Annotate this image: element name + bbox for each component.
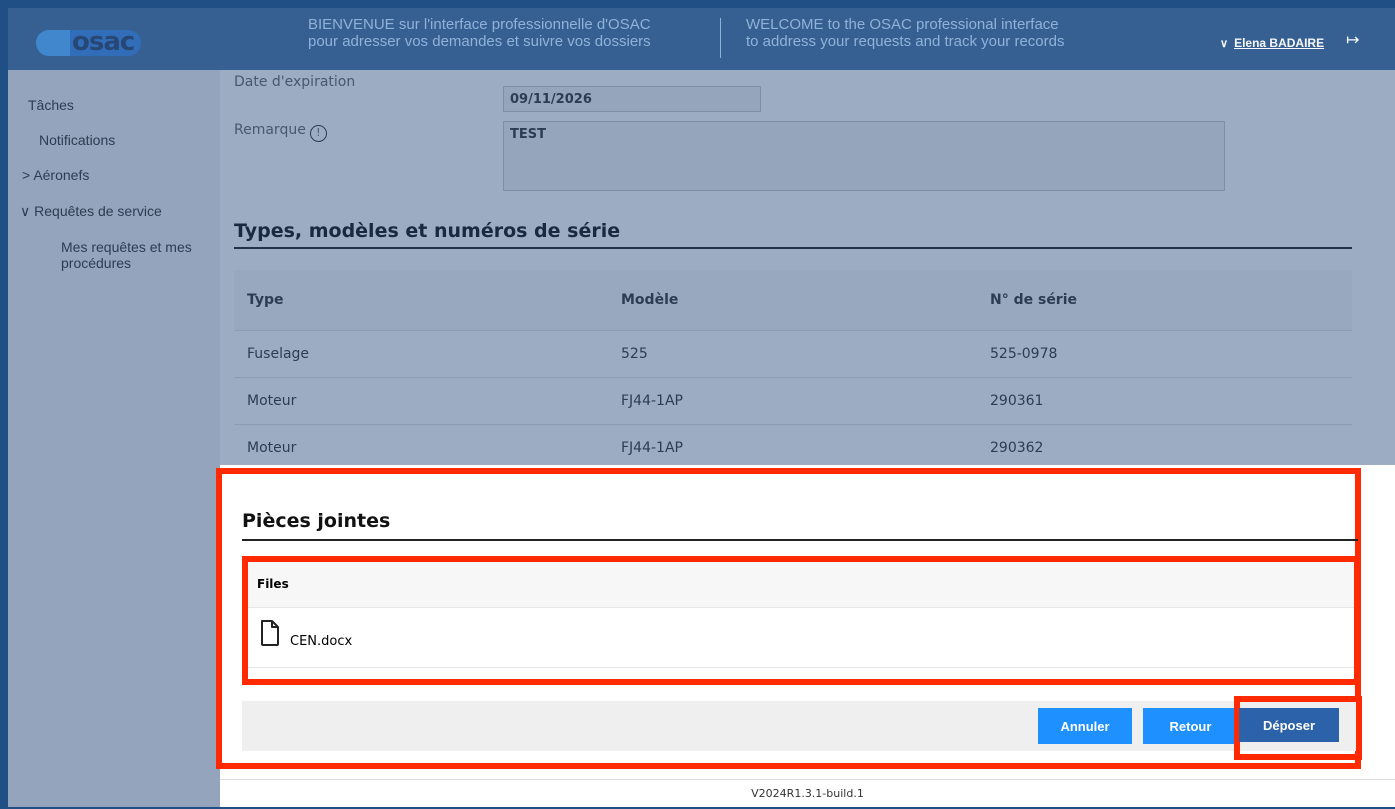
logo-mark [36,30,70,56]
submit-button[interactable]: Déposer [1239,708,1339,742]
welcome-message-fr: BIENVENUE sur l'interface professionnell… [308,16,651,50]
welcome-en-line2: to address your requests and track your … [746,33,1065,50]
top-header: osac BIENVENUE sur l'interface professio… [8,8,1395,70]
logout-icon[interactable]: ↦ [1346,30,1359,49]
attachments-panel: Pièces jointes Files CEN.docx Annuler Re… [216,468,1362,769]
attachments-title: Pièces jointes [242,510,391,532]
files-header: Files [248,562,1354,608]
modal-backdrop [8,465,220,807]
footer-version: V2024R1.3.1-build.1 [220,779,1395,807]
file-icon [261,620,279,646]
osac-logo[interactable]: osac [36,30,141,56]
welcome-message-en: WELCOME to the OSAC professional interfa… [746,16,1065,50]
cancel-button[interactable]: Annuler [1038,708,1132,744]
chevron-down-icon: ∨ [1220,38,1229,50]
modal-backdrop [8,8,1395,465]
header-divider [720,18,721,58]
welcome-fr-line2: pour adresser vos demandes et suivre vos… [308,33,651,50]
user-name: Elena BADAIRE [1234,36,1325,50]
section-divider [242,539,1358,541]
logo-text: osac [72,30,135,56]
app-window: Tâches Notifications > Aéronefs ∨ Requêt… [8,8,1395,807]
file-item[interactable]: CEN.docx [248,608,1354,668]
welcome-en-line1: WELCOME to the OSAC professional interfa… [746,16,1059,33]
files-list: Files CEN.docx [242,556,1360,685]
user-menu[interactable]: ∨ Elena BADAIRE [1220,36,1324,50]
file-name[interactable]: CEN.docx [290,634,352,649]
back-button[interactable]: Retour [1143,708,1238,744]
actions-bar: Annuler Retour [242,701,1360,751]
welcome-fr-line1: BIENVENUE sur l'interface professionnell… [308,16,651,33]
